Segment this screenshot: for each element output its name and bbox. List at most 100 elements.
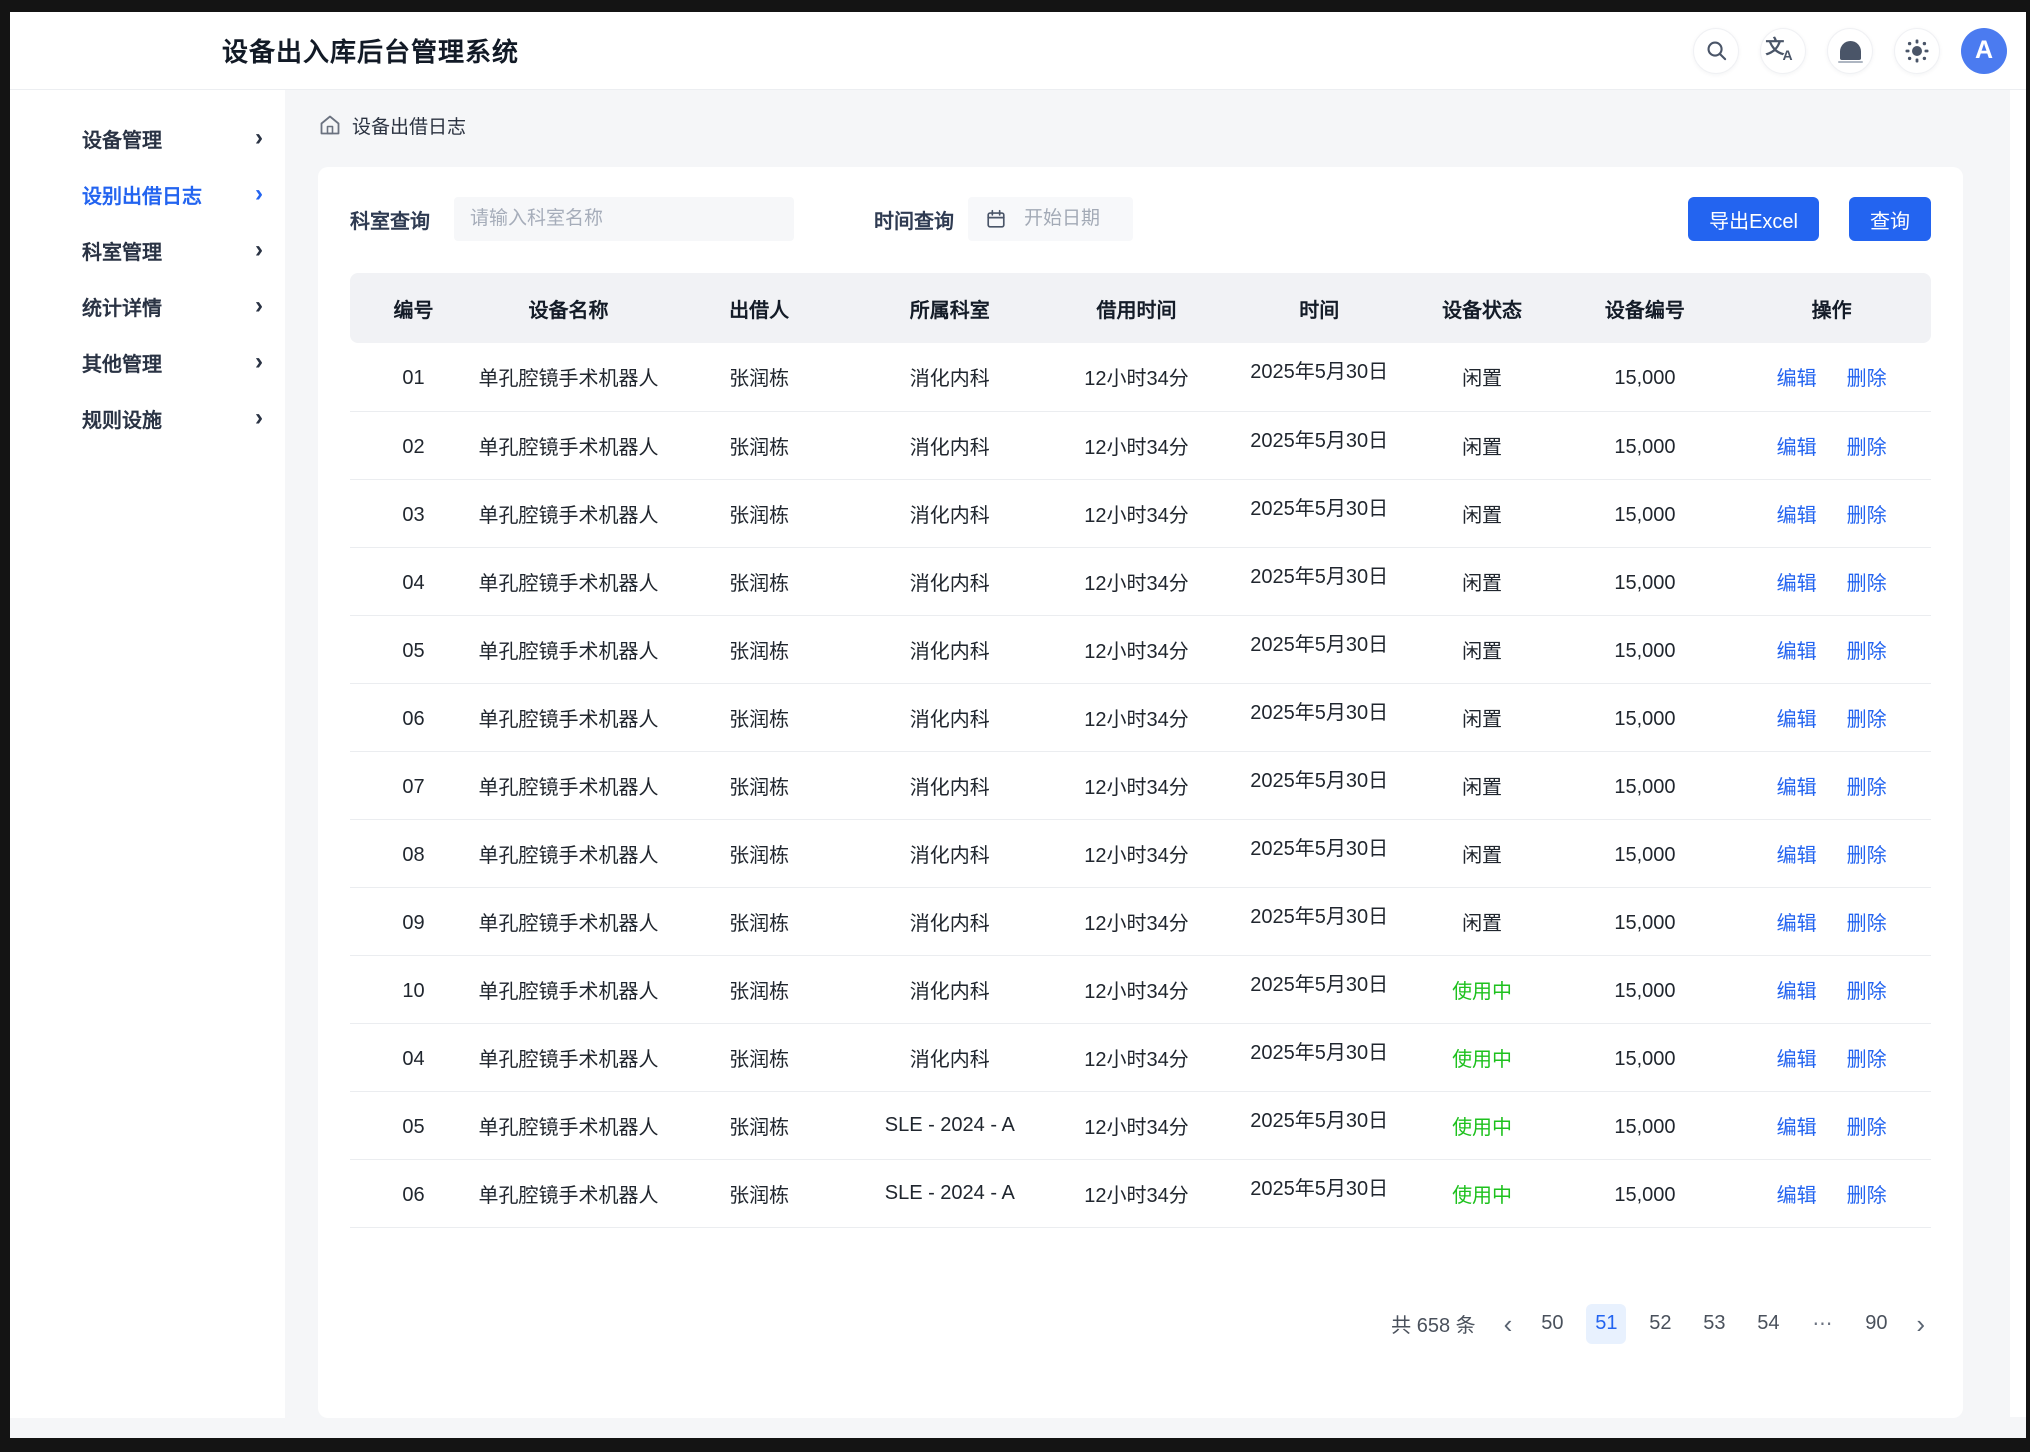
delete-link[interactable]: 删除 xyxy=(1847,709,1887,731)
table-row: 09单孔腔镜手术机器人张润栋消化内科12小时34分2025年5月30日闲置15,… xyxy=(350,887,1931,955)
cell-dept: SLE - 2024 - A xyxy=(858,1091,1041,1159)
table-row: 04单孔腔镜手术机器人张润栋消化内科12小时34分2025年5月30日使用中15… xyxy=(350,1023,1931,1091)
sidebar-item[interactable]: 其他管理› xyxy=(10,334,285,390)
cell-dept: 消化内科 xyxy=(858,411,1041,479)
cell-dept: 消化内科 xyxy=(858,751,1041,819)
cell-status: 闲置 xyxy=(1407,683,1558,751)
filter-actions: 导出Excel 查询 xyxy=(1688,197,1931,241)
delete-link[interactable]: 删除 xyxy=(1847,981,1887,1003)
delete-link[interactable]: 删除 xyxy=(1847,1185,1887,1207)
edit-link[interactable]: 编辑 xyxy=(1777,845,1817,867)
delete-link[interactable]: 删除 xyxy=(1847,845,1887,867)
date-picker[interactable] xyxy=(968,197,1133,241)
cell-dept: SLE - 2024 - A xyxy=(858,1159,1041,1227)
cell-code: 15,000 xyxy=(1558,547,1733,615)
edit-link[interactable]: 编辑 xyxy=(1777,641,1817,663)
edit-link[interactable]: 编辑 xyxy=(1777,913,1817,935)
delete-link[interactable]: 删除 xyxy=(1847,1117,1887,1139)
delete-link[interactable]: 删除 xyxy=(1847,913,1887,935)
dept-search-input[interactable] xyxy=(454,197,794,241)
notification-button[interactable] xyxy=(1827,28,1873,74)
edit-link[interactable]: 编辑 xyxy=(1777,437,1817,459)
cell-status: 使用中 xyxy=(1407,1023,1558,1091)
sidebar-item[interactable]: 规则设施› xyxy=(10,390,285,446)
cell-status: 使用中 xyxy=(1407,955,1558,1023)
cell-name: 单孔腔镜手术机器人 xyxy=(477,479,660,547)
cell-id: 10 xyxy=(350,955,477,1023)
cell-dept: 消化内科 xyxy=(858,547,1041,615)
cell-borrower: 张润栋 xyxy=(660,1023,859,1091)
page-button[interactable]: 50 xyxy=(1532,1304,1572,1344)
edit-link[interactable]: 编辑 xyxy=(1777,505,1817,527)
chevron-right-icon[interactable]: › xyxy=(1910,1311,1931,1337)
cell-operations: 编辑 删除 xyxy=(1732,1091,1931,1159)
dept-filter-label: 科室查询 xyxy=(350,205,430,234)
cell-duration: 12小时34分 xyxy=(1041,547,1232,615)
chevron-left-icon[interactable]: ‹ xyxy=(1498,1311,1519,1337)
notification-icon xyxy=(1840,41,1861,60)
cell-duration: 12小时34分 xyxy=(1041,887,1232,955)
sidebar-item[interactable]: 科室管理› xyxy=(10,222,285,278)
table-row: 06单孔腔镜手术机器人张润栋消化内科12小时34分2025年5月30日闲置15,… xyxy=(350,683,1931,751)
delete-link[interactable]: 删除 xyxy=(1847,437,1887,459)
theme-button[interactable] xyxy=(1894,28,1940,74)
time-filter-label: 时间查询 xyxy=(874,205,954,234)
delete-link[interactable]: 删除 xyxy=(1847,368,1887,390)
chevron-right-icon: › xyxy=(255,238,263,262)
search-query-button[interactable]: 查询 xyxy=(1849,197,1931,241)
page-button[interactable]: 51 xyxy=(1586,1304,1626,1344)
cell-operations: 编辑 删除 xyxy=(1732,547,1931,615)
table-row: 10单孔腔镜手术机器人张润栋消化内科12小时34分2025年5月30日使用中15… xyxy=(350,955,1931,1023)
edit-link[interactable]: 编辑 xyxy=(1777,981,1817,1003)
edit-link[interactable]: 编辑 xyxy=(1777,777,1817,799)
delete-link[interactable]: 删除 xyxy=(1847,1049,1887,1071)
sidebar-item[interactable]: 设备管理› xyxy=(10,110,285,166)
page-button[interactable]: 52 xyxy=(1640,1304,1680,1344)
edit-link[interactable]: 编辑 xyxy=(1777,573,1817,595)
edit-link[interactable]: 编辑 xyxy=(1777,1185,1817,1207)
search-button[interactable] xyxy=(1693,28,1739,74)
avatar[interactable]: A xyxy=(1961,28,2007,74)
delete-link[interactable]: 删除 xyxy=(1847,505,1887,527)
translate-button[interactable]: 文A xyxy=(1760,28,1806,74)
edit-link[interactable]: 编辑 xyxy=(1777,709,1817,731)
cell-operations: 编辑 删除 xyxy=(1732,1159,1931,1227)
cell-borrower: 张润栋 xyxy=(660,411,859,479)
cell-borrower: 张润栋 xyxy=(660,819,859,887)
cell-dept: 消化内科 xyxy=(858,479,1041,547)
sidebar-item[interactable]: 设别出借日志› xyxy=(10,166,285,222)
chevron-right-icon: › xyxy=(255,294,263,318)
table-row: 08单孔腔镜手术机器人张润栋消化内科12小时34分2025年5月30日闲置15,… xyxy=(350,819,1931,887)
column-header: 设备名称 xyxy=(477,273,660,343)
edit-link[interactable]: 编辑 xyxy=(1777,1049,1817,1071)
sidebar-item[interactable]: 统计详情› xyxy=(10,278,285,334)
cell-id: 07 xyxy=(350,751,477,819)
sidebar: 设备管理›设别出借日志›科室管理›统计详情›其他管理›规则设施› xyxy=(10,90,285,1418)
cell-code: 15,000 xyxy=(1558,1091,1733,1159)
cell-id: 04 xyxy=(350,547,477,615)
pagination-ellipsis: ⋯ xyxy=(1802,1304,1842,1344)
cell-name: 单孔腔镜手术机器人 xyxy=(477,1023,660,1091)
delete-link[interactable]: 删除 xyxy=(1847,573,1887,595)
delete-link[interactable]: 删除 xyxy=(1847,641,1887,663)
cell-id: 01 xyxy=(350,343,477,411)
delete-link[interactable]: 删除 xyxy=(1847,777,1887,799)
edit-link[interactable]: 编辑 xyxy=(1777,1117,1817,1139)
export-excel-button[interactable]: 导出Excel xyxy=(1688,197,1819,241)
cell-status: 使用中 xyxy=(1407,1159,1558,1227)
cell-code: 15,000 xyxy=(1558,683,1733,751)
edit-link[interactable]: 编辑 xyxy=(1777,368,1817,390)
cell-duration: 12小时34分 xyxy=(1041,751,1232,819)
cell-operations: 编辑 删除 xyxy=(1732,479,1931,547)
cell-name: 单孔腔镜手术机器人 xyxy=(477,1159,660,1227)
cell-id: 06 xyxy=(350,683,477,751)
translate-icon: 文A xyxy=(1765,38,1794,57)
cell-name: 单孔腔镜手术机器人 xyxy=(477,547,660,615)
scrollbar[interactable] xyxy=(2010,90,2026,1417)
page-button[interactable]: 54 xyxy=(1748,1304,1788,1344)
table-row: 01单孔腔镜手术机器人张润栋消化内科12小时34分2025年5月30日闲置15,… xyxy=(350,343,1931,411)
page-button[interactable]: 90 xyxy=(1856,1304,1896,1344)
page-button[interactable]: 53 xyxy=(1694,1304,1734,1344)
cell-borrower: 张润栋 xyxy=(660,683,859,751)
cell-duration: 12小时34分 xyxy=(1041,411,1232,479)
